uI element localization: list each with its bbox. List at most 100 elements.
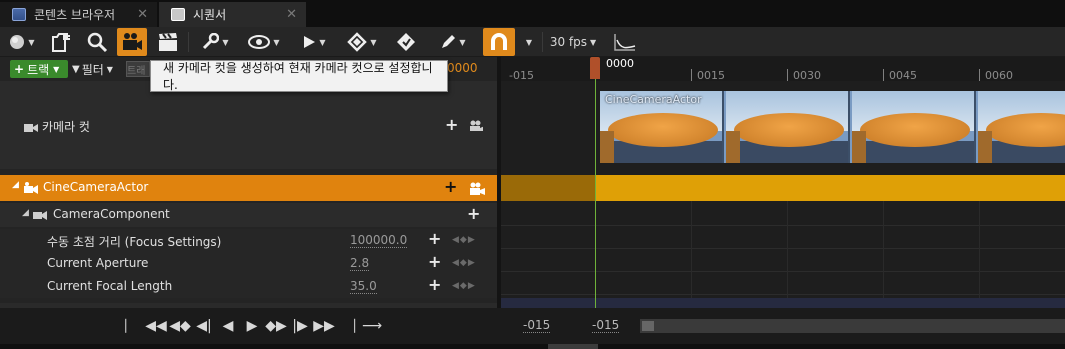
tick-line [691, 69, 692, 81]
expand-arrow-icon[interactable]: ◢ [22, 208, 29, 218]
fps-dropdown[interactable]: 30 fps ▼ [548, 27, 598, 57]
cine-camera-icon [24, 182, 38, 194]
scrollbar-thumb[interactable] [642, 321, 654, 331]
sequencer-toolbar: ▼ ▼ ▼ ▼ ▼ ▼ ▼ 30 fps ▼ [0, 27, 1065, 57]
property-track[interactable]: 수동 초점 거리 (Focus Settings) 100000.0 + ◀◆▶ [0, 229, 497, 252]
grid-line [501, 248, 1065, 249]
camera-icon [123, 33, 142, 50]
sequencer-icon [171, 8, 185, 21]
clapperboard-icon [159, 33, 177, 51]
snap-button[interactable] [483, 28, 515, 56]
curve-icon [614, 34, 636, 51]
camera-icon[interactable] [469, 120, 483, 131]
tab-label: 시퀀서 [193, 8, 227, 22]
step-forward-icon[interactable]: |▶ [288, 318, 312, 334]
key-navigation-icon[interactable]: ◀◆▶ [452, 281, 476, 291]
horizontal-scrollbar[interactable] [0, 344, 1065, 349]
property-label: Current Focal Length [47, 279, 173, 293]
jump-to-start-icon[interactable]: ⎸ [120, 318, 144, 334]
add-key-button[interactable]: + [428, 229, 441, 248]
property-label: Current Aperture [47, 256, 149, 270]
transport-controls: ⎸ ◀◀ ◀◆ ◀| ◀ ▶ ◆▶ |▶ ▶▶ ⎹ ⟶ [120, 316, 384, 336]
snap-options-button[interactable]: ▼ [520, 27, 538, 57]
previous-shot-icon[interactable]: ◀◀ [144, 318, 168, 334]
filter-icon: ▼ [72, 63, 80, 75]
chevron-down-icon: ▼ [53, 64, 60, 74]
key-navigation-icon[interactable]: ◀◆▶ [452, 235, 476, 245]
scrollbar-thumb[interactable] [548, 344, 598, 349]
step-back-icon[interactable]: ◀| [192, 318, 216, 334]
range-end-field[interactable]: -015 [592, 318, 620, 333]
close-icon[interactable]: ✕ [137, 7, 148, 22]
add-key-button[interactable]: + [428, 252, 441, 271]
search-icon [87, 32, 108, 53]
loop-icon[interactable]: ⟶ [360, 318, 384, 334]
range-start-field[interactable]: -015 [523, 318, 551, 333]
play-icon[interactable]: ▶ [240, 318, 264, 334]
add-track-label: 트랙 [27, 62, 50, 77]
key-navigation-icon[interactable]: ◀◆▶ [452, 258, 476, 268]
time-ruler[interactable]: -015 0015 0030 0045 0060 [501, 57, 1065, 82]
previous-key-icon[interactable]: ◀◆ [168, 318, 192, 334]
create-camera-button[interactable] [117, 28, 147, 56]
camera-lock-icon[interactable] [469, 182, 485, 195]
keyframe-icon [397, 33, 415, 51]
tick-label: 0030 [793, 69, 821, 82]
add-track-button[interactable]: + 트랙 ▼ [10, 60, 68, 78]
tab-sequencer[interactable]: 시퀀서 ✕ [159, 2, 306, 27]
save-button[interactable] [50, 27, 74, 57]
property-track[interactable]: Current Aperture 2.8 + ◀◆▶ [0, 252, 497, 275]
search-button[interactable] [85, 27, 109, 57]
grid-line [501, 294, 1065, 295]
next-shot-icon[interactable]: ▶▶ [312, 318, 336, 334]
tooltip: 새 카메라 컷을 생성하여 현재 카메라 컷으로 설정합니다. [150, 60, 448, 92]
actor-label: CineCameraActor [43, 180, 149, 194]
grid-line [979, 201, 980, 308]
edit-button[interactable]: ▼ [436, 27, 470, 57]
content-browser-icon [12, 8, 26, 21]
curve-editor-button[interactable] [612, 27, 638, 57]
camera-cut-icon [24, 124, 38, 132]
current-frame-field[interactable]: 0000 [447, 61, 478, 75]
tick-line [883, 69, 884, 81]
expand-arrow-icon[interactable]: ◢ [12, 180, 19, 190]
tools-button[interactable]: ▼ [198, 27, 232, 57]
key-group-button[interactable]: ▼ [343, 27, 381, 57]
actor-section-bar[interactable] [596, 175, 1065, 201]
fps-label: 30 fps [549, 35, 588, 49]
add-key-button[interactable]: + [428, 275, 441, 294]
property-value-field[interactable]: 2.8 [350, 256, 370, 271]
actor-track-cinecameraactor[interactable]: ◢ CineCameraActor + [0, 175, 497, 201]
tab-content-browser[interactable]: 콘텐츠 브라우저 ✕ [0, 2, 157, 27]
jump-to-end-icon[interactable]: ⎹ [336, 318, 360, 334]
close-icon[interactable]: ✕ [286, 7, 297, 22]
add-camera-cut-button[interactable]: + [445, 115, 458, 134]
grid-line [787, 201, 788, 308]
search-input[interactable]: 트래 [126, 61, 150, 77]
property-track[interactable]: Current Focal Length 35.0 + ◀◆▶ [0, 275, 497, 298]
playback-button[interactable]: ▼ [298, 27, 330, 57]
add-track-plus-button[interactable]: + [444, 177, 457, 196]
play-reverse-icon[interactable]: ◀ [216, 318, 240, 334]
transport-bar: ⎸ ◀◀ ◀◆ ◀| ◀ ▶ ◆▶ |▶ ▶▶ ⎹ ⟶ -015 -015 [0, 308, 1065, 349]
property-value-field[interactable]: 35.0 [350, 279, 377, 294]
thumbnail-camera-label: CineCameraActor [605, 93, 702, 106]
filter-button[interactable]: ▼ 필터 ▼ [72, 60, 113, 78]
camera-thumbnail [978, 91, 1065, 163]
grid-line [691, 201, 692, 308]
tick-line [979, 69, 980, 81]
world-button[interactable]: ▼ [6, 27, 38, 57]
auto-key-button[interactable] [395, 27, 417, 57]
timeline-area[interactable]: -015 0015 0030 0045 0060 0000 CineCamera… [501, 57, 1065, 308]
actor-section-before-start [501, 175, 595, 201]
camera-cut-button[interactable] [155, 27, 181, 57]
playhead-handle[interactable] [590, 57, 600, 79]
component-track-cameracomponent[interactable]: ◢ CameraComponent + [0, 203, 497, 227]
view-button[interactable]: ▼ [244, 27, 284, 57]
property-value-field[interactable]: 100000.0 [350, 233, 408, 248]
pencil-icon [442, 35, 456, 48]
timeline-scrollbar[interactable] [640, 319, 1065, 333]
camera-cut-track[interactable]: 카메라 컷 + [0, 81, 497, 169]
add-property-track-button[interactable]: + [467, 204, 480, 223]
next-key-icon[interactable]: ◆▶ [264, 318, 288, 334]
